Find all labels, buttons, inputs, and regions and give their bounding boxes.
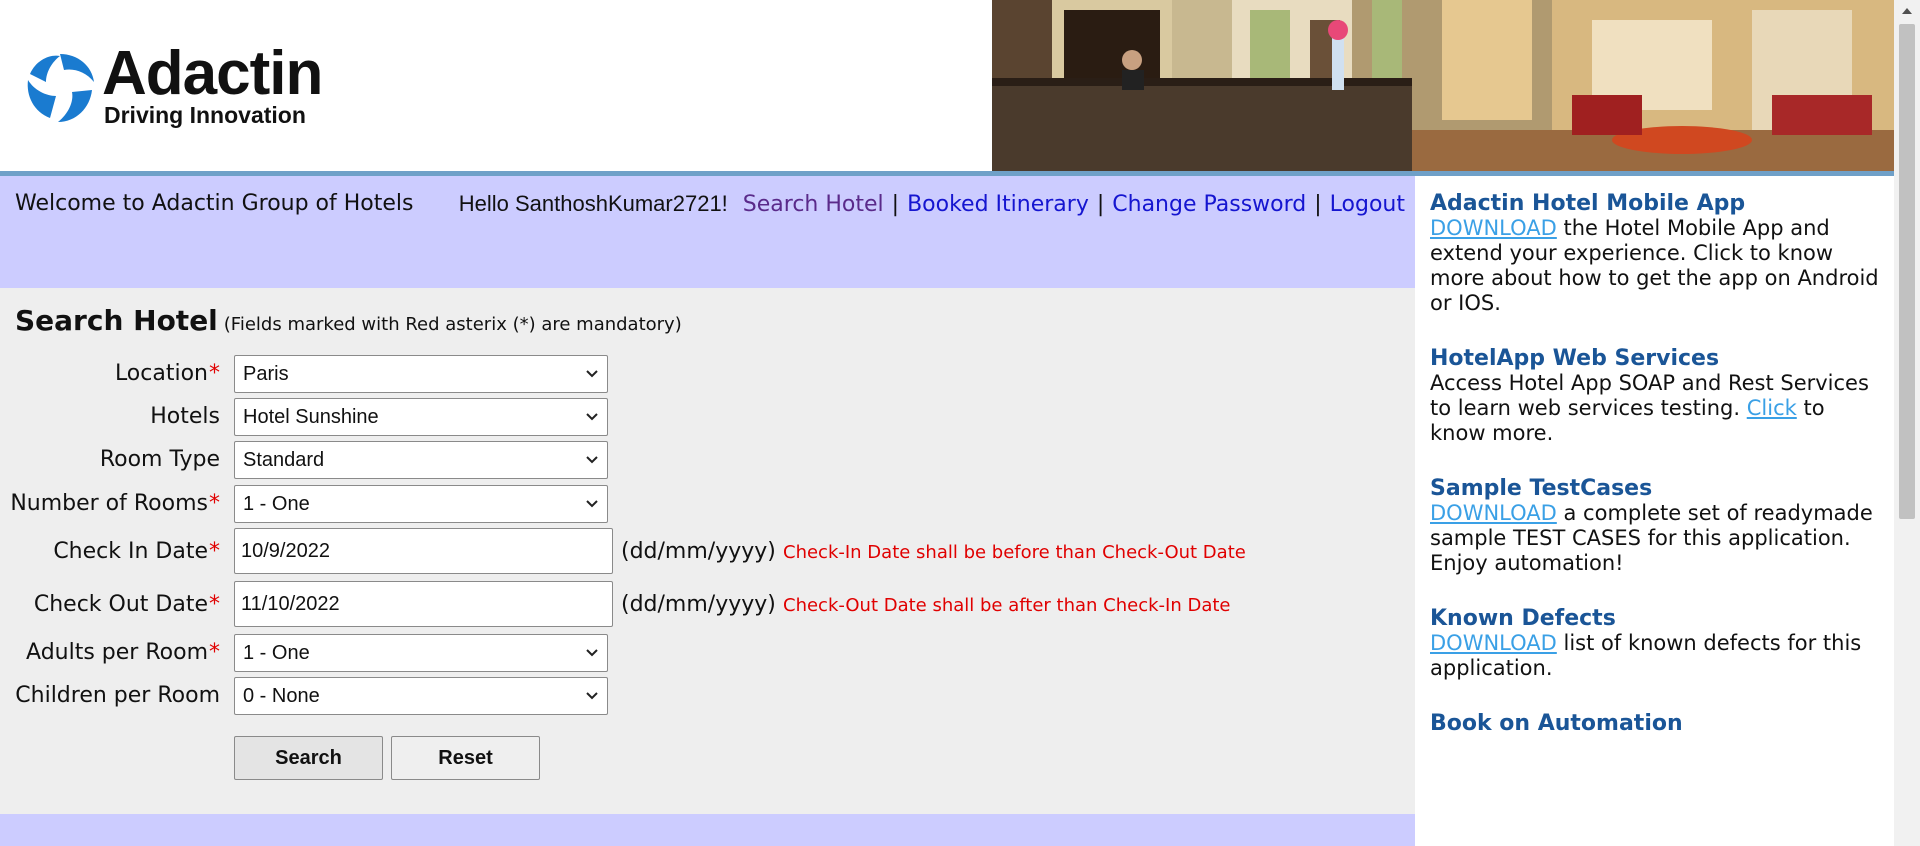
mobile-app-section: Adactin Hotel Mobile App DOWNLOAD the Ho… bbox=[1430, 191, 1885, 316]
adults-per-room-label: Adults per Room* bbox=[26, 640, 220, 665]
rooms-value: 1 - One bbox=[243, 493, 310, 515]
scrollbar-thumb[interactable] bbox=[1899, 24, 1915, 519]
adults-per-room-select[interactable]: 1 - One bbox=[234, 634, 608, 672]
form-heading: Search Hotel (Fields marked with Red aste… bbox=[15, 304, 682, 337]
search-button[interactable]: Search bbox=[234, 736, 383, 780]
children-per-room-label: Children per Room bbox=[15, 683, 220, 708]
required-asterisk: * bbox=[209, 491, 220, 516]
page-header: Adactin Driving Innovation bbox=[0, 0, 1894, 171]
page-scrollbar[interactable] bbox=[1894, 0, 1920, 846]
location-label: Location* bbox=[115, 361, 220, 386]
required-asterisk: * bbox=[209, 640, 220, 665]
nav-change-password-link[interactable]: Change Password bbox=[1112, 192, 1306, 217]
triangle-up-icon[interactable] bbox=[1894, 0, 1920, 22]
chevron-down-icon bbox=[586, 413, 598, 421]
number-of-rooms-select[interactable]: 1 - One bbox=[234, 485, 608, 523]
room-type-label-text: Room Type bbox=[99, 447, 220, 472]
adactin-swirl-icon bbox=[27, 54, 94, 122]
mandatory-note: (Fields marked with Red asterix (*) are … bbox=[223, 314, 682, 335]
book-section: Book on Automation bbox=[1430, 711, 1885, 736]
required-asterisk: * bbox=[209, 361, 220, 386]
brand-tagline: Driving Innovation bbox=[104, 102, 306, 128]
required-asterisk: * bbox=[209, 592, 220, 617]
hotels-value: Hotel Sunshine bbox=[243, 406, 379, 428]
known-defects-download-link[interactable]: DOWNLOAD bbox=[1430, 631, 1557, 655]
number-of-rooms-label: Number of Rooms* bbox=[10, 491, 220, 516]
location-select[interactable]: Paris bbox=[234, 355, 608, 393]
check-out-date-label: Check Out Date* bbox=[34, 592, 220, 617]
checkin-value: 10/9/2022 bbox=[241, 540, 330, 562]
mobile-app-title: Adactin Hotel Mobile App bbox=[1430, 191, 1746, 216]
test-cases-section: Sample TestCases DOWNLOAD a complete set… bbox=[1430, 476, 1885, 576]
known-defects-section: Known Defects DOWNLOAD list of known def… bbox=[1430, 606, 1885, 681]
checkin-label-text: Check In Date bbox=[53, 539, 208, 564]
location-label-text: Location bbox=[114, 361, 208, 386]
hotel-lobby-image bbox=[992, 0, 1894, 171]
checkout-label-text: Check Out Date bbox=[33, 592, 208, 617]
reset-button[interactable]: Reset bbox=[391, 736, 540, 780]
check-out-date-input[interactable]: 11/10/2022 bbox=[234, 581, 613, 627]
children-label-text: Children per Room bbox=[15, 683, 220, 708]
rooms-label-text: Number of Rooms bbox=[10, 491, 208, 516]
mobile-app-download-link[interactable]: DOWNLOAD bbox=[1430, 216, 1557, 240]
chevron-down-icon bbox=[586, 692, 598, 700]
date-format-hint: (dd/mm/yyyy) bbox=[621, 539, 776, 564]
chevron-down-icon bbox=[586, 370, 598, 378]
chevron-down-icon bbox=[586, 456, 598, 464]
adactin-logo[interactable]: Adactin Driving Innovation bbox=[20, 39, 350, 128]
test-cases-download-link[interactable]: DOWNLOAD bbox=[1430, 501, 1557, 525]
date-format-hint: (dd/mm/yyyy) bbox=[621, 592, 776, 617]
adults-value: 1 - One bbox=[243, 642, 310, 664]
chevron-down-icon bbox=[586, 500, 598, 508]
nav-booked-itinerary-link[interactable]: Booked Itinerary bbox=[907, 192, 1089, 217]
hotels-select[interactable]: Hotel Sunshine bbox=[234, 398, 608, 436]
nav-separator: | bbox=[891, 192, 900, 217]
hotels-label: Hotels bbox=[150, 404, 220, 429]
web-services-section: HotelApp Web Services Access Hotel App S… bbox=[1430, 346, 1885, 446]
children-per-room-select[interactable]: 0 - None bbox=[234, 677, 608, 715]
hotels-label-text: Hotels bbox=[150, 404, 220, 429]
check-in-date-label: Check In Date* bbox=[53, 539, 220, 564]
location-value: Paris bbox=[243, 363, 289, 385]
chevron-down-icon bbox=[586, 649, 598, 657]
known-defects-title: Known Defects bbox=[1430, 606, 1616, 631]
room-type-label: Room Type bbox=[100, 447, 220, 472]
user-greeting: Hello SanthoshKumar2721! bbox=[458, 191, 728, 216]
book-on-automation-link[interactable]: Book on Automation bbox=[1430, 711, 1885, 736]
check-in-error: Check-In Date shall be before than Check… bbox=[783, 542, 1246, 563]
nav-logout-link[interactable]: Logout bbox=[1330, 192, 1405, 217]
web-services-click-link[interactable]: Click bbox=[1747, 396, 1797, 420]
page-title: Search Hotel bbox=[15, 304, 218, 337]
welcome-text: Welcome to Adactin Group of Hotels bbox=[15, 191, 414, 216]
children-value: 0 - None bbox=[243, 685, 320, 707]
footer-band bbox=[0, 814, 1415, 846]
room-type-select[interactable]: Standard bbox=[234, 441, 608, 479]
brand-name: Adactin bbox=[102, 39, 323, 108]
adults-label-text: Adults per Room bbox=[26, 640, 208, 665]
nav-separator: | bbox=[1096, 192, 1105, 217]
hotel-lobby-banner bbox=[992, 0, 1894, 171]
check-in-date-input[interactable]: 10/9/2022 bbox=[234, 528, 613, 574]
checkout-value: 11/10/2022 bbox=[241, 593, 340, 615]
test-cases-title: Sample TestCases bbox=[1430, 476, 1653, 501]
top-nav: Hello SanthoshKumar2721! Search Hotel | Bo… bbox=[459, 191, 1405, 217]
room-type-value: Standard bbox=[243, 449, 325, 471]
nav-separator: | bbox=[1314, 192, 1322, 217]
web-services-title: HotelApp Web Services bbox=[1430, 346, 1720, 371]
required-asterisk: * bbox=[209, 539, 220, 564]
check-out-error: Check-Out Date shall be after than Check… bbox=[783, 595, 1231, 616]
nav-search-hotel-link[interactable]: Search Hotel bbox=[743, 192, 884, 217]
